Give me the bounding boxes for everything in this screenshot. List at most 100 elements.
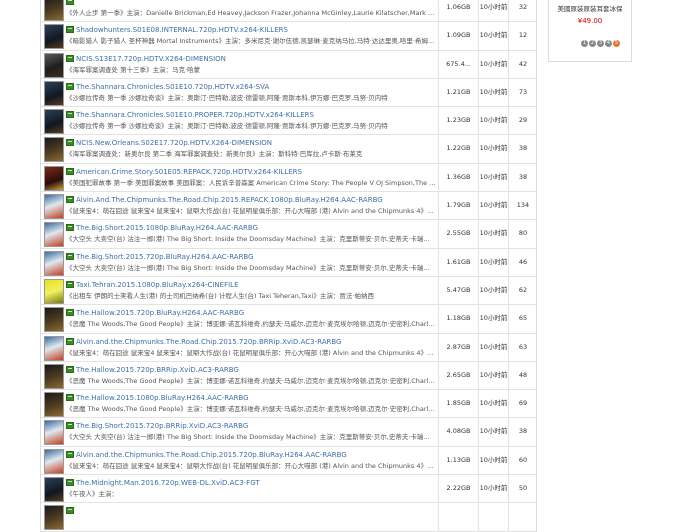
poster-thumbnail[interactable] [44, 363, 64, 389]
torrent-title-link[interactable]: Taxi.Tehran.2015.1080p.BluRay.x264-CINEF… [76, 281, 239, 289]
poster-thumbnail[interactable] [44, 505, 64, 531]
seed-count: 80 [508, 220, 537, 248]
poster-thumbnail[interactable] [44, 222, 64, 248]
row-info: Alvin.And.The.Chipmunks.The.Road.Chip.20… [66, 194, 436, 217]
file-size: 1.18GB [438, 305, 478, 333]
table-row[interactable]: The.Shannara.Chronicles.S01E10.PROPER.72… [41, 107, 537, 136]
poster-thumbnail[interactable] [44, 477, 64, 503]
promo-page-dot[interactable]: 2 [589, 40, 596, 47]
table-row[interactable]: The.Big.Short.2015.720p.BRRip.XviD.AC3-R… [41, 418, 536, 447]
torrent-type-icon [66, 196, 74, 204]
row-description: 《沙娜拉传奇 第一季 沙娜拉奇谈》主演：奥斯汀·巴特勒,波皮·德雷顿,阿隆·贾斯… [66, 93, 388, 102]
poster-thumbnail[interactable] [44, 165, 64, 191]
torrent-type-icon [66, 422, 74, 430]
table-row[interactable]: The.Big.Short.2015.720p.BluRay.H264.AAC-… [41, 248, 536, 277]
poster-thumbnail[interactable] [44, 307, 64, 333]
row-info: Alvin.and.the.Chipmunks.The.Road.Chip.20… [66, 336, 436, 359]
poster-thumbnail[interactable] [44, 0, 64, 21]
poster-thumbnail[interactable] [44, 80, 64, 106]
torrent-title-link[interactable]: Alvin.and.the.Chipmunks.The.Road.Chip.20… [76, 451, 347, 459]
upload-time: 10小时前 [478, 418, 508, 446]
table-row[interactable]: The.Hallow.2015.720p.BRRip.XviD.AC3-RARB… [41, 361, 537, 391]
poster-thumbnail[interactable] [44, 392, 64, 418]
table-row[interactable]: 《外人止步 第一季》主演：Danielle Brickman,Ed Heavey… [41, 0, 536, 23]
torrent-title-link[interactable]: The.Shannara.Chronicles.S01E10.PROPER.72… [76, 111, 314, 119]
poster-thumbnail[interactable] [44, 109, 64, 135]
row-info: 《外人止步 第一季》主演：Danielle Brickman,Ed Heavey… [66, 0, 436, 19]
upload-time [478, 503, 508, 531]
seed-count: 29 [508, 107, 537, 135]
torrent-title-link[interactable]: The.Big.Short.2015.1080p.BluRay.H264.AAC… [76, 224, 258, 232]
row-description: 《沙娜拉传奇 第一季 沙娜拉奇谈》主演：奥斯汀·巴特勒,波皮·德雷顿,阿隆·贾斯… [66, 122, 388, 131]
table-row[interactable]: American.Crime.Story.S01E05.REPACK.720p.… [41, 163, 536, 193]
upload-time: 10小时前 [478, 107, 508, 135]
table-row[interactable]: The.Shannara.Chronicles.S01E10.720p.HDTV… [41, 78, 536, 108]
poster-thumbnail[interactable] [44, 194, 64, 220]
poster-thumbnail[interactable] [44, 420, 64, 446]
promo-page-dot[interactable]: 5 [613, 40, 620, 47]
seed-count: 63 [508, 333, 537, 361]
row-title-line: Alvin.and.the.Chipmunks.The.Road.Chip.20… [66, 336, 436, 348]
torrent-title-link[interactable]: The.Hallow.2015.720p.BluRay.H264.AAC-RAR… [76, 309, 244, 317]
torrent-type-icon [66, 26, 74, 34]
table-row[interactable]: Alvin.And.The.Chipmunks.The.Road.Chip.20… [41, 192, 536, 221]
poster-thumbnail[interactable] [44, 24, 64, 50]
torrent-title-link[interactable]: Alvin.And.The.Chipmunks.The.Road.Chip.20… [76, 196, 383, 204]
table-row[interactable]: The.Midnight.Man.2016.720p.WEB-DL.XviD.A… [41, 475, 536, 504]
promo-page-dot[interactable]: 3 [597, 40, 604, 47]
upload-time: 10小时前 [478, 0, 508, 22]
poster-thumbnail[interactable] [44, 448, 64, 474]
torrent-type-icon [66, 337, 74, 345]
promo-page-dot[interactable]: 1 [581, 40, 588, 47]
upload-time: 10小时前 [478, 50, 508, 78]
torrent-title-link[interactable]: Shadowhunters.S01E08.INTERNAL.720p.HDTV.… [76, 26, 288, 34]
torrent-title-link[interactable]: NCIS.S13E17.720p.HDTV.X264-DIMENSION [76, 55, 226, 63]
torrent-title-link[interactable]: NCIS.New.Orleans.S02E17.720p.HDTV.X264-D… [76, 139, 272, 147]
table-row[interactable]: NCIS.S13E17.720p.HDTV.X264-DIMENSION 《海军… [41, 50, 536, 79]
table-row[interactable]: Shadowhunters.S01E08.INTERNAL.720p.HDTV.… [41, 22, 536, 51]
poster-thumbnail[interactable] [44, 335, 64, 361]
file-size: 1.85GB [438, 390, 478, 418]
torrent-title-link[interactable]: The.Big.Short.2015.720p.BluRay.H264.AAC-… [76, 253, 254, 261]
torrent-type-icon [66, 394, 74, 402]
table-row[interactable]: The.Hallow.2015.1080p.BluRay.H264.AAC-RA… [41, 390, 537, 419]
table-row[interactable]: Alvin.and.the.Chipmunks.The.Road.Chip.20… [41, 333, 537, 362]
table-row[interactable]: Alvin.and.the.Chipmunks.The.Road.Chip.20… [41, 446, 536, 476]
table-row[interactable]: The.Hallow.2015.720p.BluRay.H264.AAC-RAR… [41, 305, 536, 334]
row-title-line: The.Big.Short.2015.1080p.BluRay.H264.AAC… [66, 222, 436, 234]
promo-page-dot[interactable]: 4 [605, 40, 612, 47]
table-row[interactable] [41, 503, 536, 532]
torrent-title-link[interactable]: American.Crime.Story.S01E05.REPACK.720p.… [76, 168, 302, 176]
row-title-line: Shadowhunters.S01E08.INTERNAL.720p.HDTV.… [66, 24, 436, 36]
torrent-title-link[interactable]: Alvin.and.the.Chipmunks.The.Road.Chip.20… [76, 338, 341, 346]
table-row[interactable]: The.Big.Short.2015.1080p.BluRay.H264.AAC… [41, 220, 537, 249]
torrent-type-icon [66, 224, 74, 232]
row-info: The.Hallow.2015.1080p.BluRay.H264.AAC-RA… [66, 392, 436, 415]
upload-time: 10小时前 [478, 135, 508, 163]
seed-count: 69 [508, 390, 537, 418]
poster-thumbnail[interactable] [44, 137, 64, 163]
file-size: 1.22GB [438, 135, 478, 163]
table-row[interactable]: NCIS.New.Orleans.S02E17.720p.HDTV.X264-D… [41, 135, 536, 164]
upload-time: 10小时前 [478, 78, 508, 107]
row-info: The.Shannara.Chronicles.S01E10.PROPER.72… [66, 109, 436, 132]
torrent-type-icon [66, 252, 74, 260]
sidebar-promo[interactable]: 美國原装原装耳套冰保 ¥49.00 12345 [548, 0, 632, 62]
torrent-title-link[interactable]: The.Hallow.2015.720p.BRRip.XviD.AC3-RARB… [76, 366, 239, 374]
torrent-title-link[interactable]: The.Big.Short.2015.720p.BRRip.XviD.AC3-R… [76, 422, 248, 430]
seed-count: 48 [508, 361, 537, 390]
poster-thumbnail[interactable] [44, 250, 64, 276]
torrent-title-link[interactable]: The.Midnight.Man.2016.720p.WEB-DL.XviD.A… [76, 479, 260, 487]
row-description: 《大空头 大卖空(台) 沽注一掷(港) The Big Short: Insid… [66, 433, 436, 442]
row-description: 《恶魔 The Woods,The Good People》主演：博亚娜·诺瓦科… [66, 405, 436, 414]
promo-price: ¥49.00 [577, 17, 603, 25]
file-size: 5.47GB [438, 276, 478, 305]
upload-time: 10小时前 [478, 22, 508, 50]
torrent-title-link[interactable]: The.Shannara.Chronicles.S01E10.720p.HDTV… [76, 83, 269, 91]
upload-time: 10小时前 [478, 220, 508, 248]
poster-thumbnail[interactable] [44, 278, 64, 304]
torrent-title-link[interactable]: The.Hallow.2015.1080p.BluRay.H264.AAC-RA… [76, 394, 249, 402]
table-row[interactable]: Taxi.Tehran.2015.1080p.BluRay.x264-CINEF… [41, 276, 536, 306]
poster-thumbnail[interactable] [44, 52, 64, 78]
row-info: The.Big.Short.2015.1080p.BluRay.H264.AAC… [66, 222, 436, 245]
